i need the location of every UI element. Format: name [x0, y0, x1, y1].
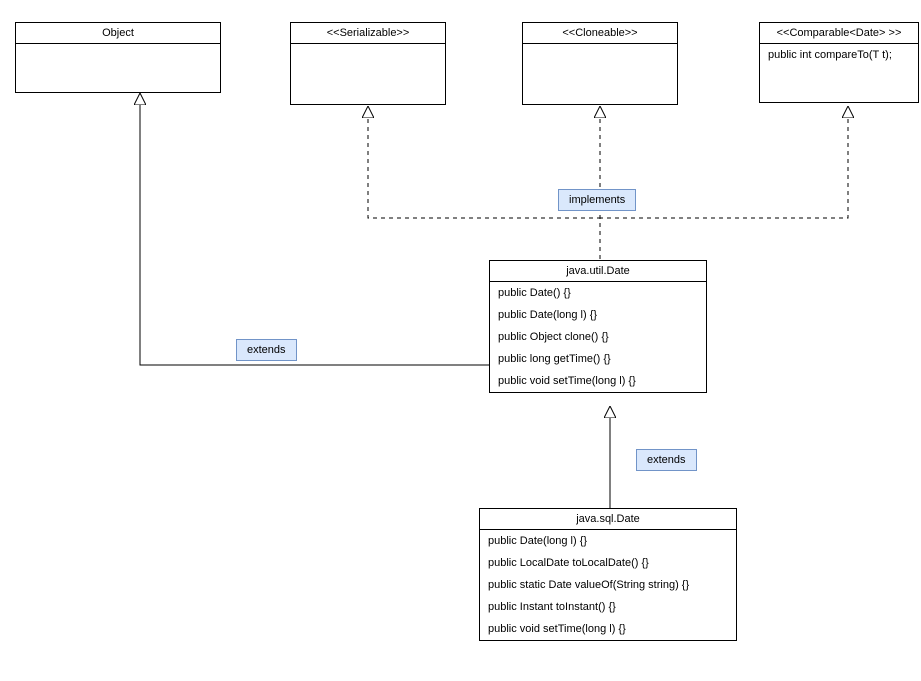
label-implements: implements — [558, 189, 636, 211]
class-util-date-title: java.util.Date — [490, 261, 706, 282]
class-sql-date: java.sql.Date public Date(long l) {} pub… — [479, 508, 737, 641]
label-extends-util: extends — [636, 449, 697, 471]
interface-serializable: <<Serializable>> — [290, 22, 446, 105]
interface-cloneable-title: <<Cloneable>> — [523, 23, 677, 44]
interface-comparable: <<Comparable<Date> >> public int compare… — [759, 22, 919, 103]
comparable-method-0: public int compareTo(T t); — [760, 44, 918, 66]
util-date-method-4: public void setTime(long l) {} — [490, 370, 706, 392]
util-date-method-3: public long getTime() {} — [490, 348, 706, 370]
interface-comparable-title: <<Comparable<Date> >> — [760, 23, 918, 44]
class-object-title: Object — [16, 23, 220, 44]
class-util-date: java.util.Date public Date() {} public D… — [489, 260, 707, 393]
sql-date-method-1: public LocalDate toLocalDate() {} — [480, 552, 736, 574]
util-date-method-1: public Date(long l) {} — [490, 304, 706, 326]
interface-serializable-title: <<Serializable>> — [291, 23, 445, 44]
util-date-method-0: public Date() {} — [490, 282, 706, 304]
sql-date-method-4: public void setTime(long l) {} — [480, 618, 736, 640]
class-sql-date-title: java.sql.Date — [480, 509, 736, 530]
util-date-method-2: public Object clone() {} — [490, 326, 706, 348]
sql-date-method-0: public Date(long l) {} — [480, 530, 736, 552]
interface-cloneable: <<Cloneable>> — [522, 22, 678, 105]
sql-date-method-2: public static Date valueOf(String string… — [480, 574, 736, 596]
sql-date-method-3: public Instant toInstant() {} — [480, 596, 736, 618]
label-extends-object: extends — [236, 339, 297, 361]
class-object: Object — [15, 22, 221, 93]
